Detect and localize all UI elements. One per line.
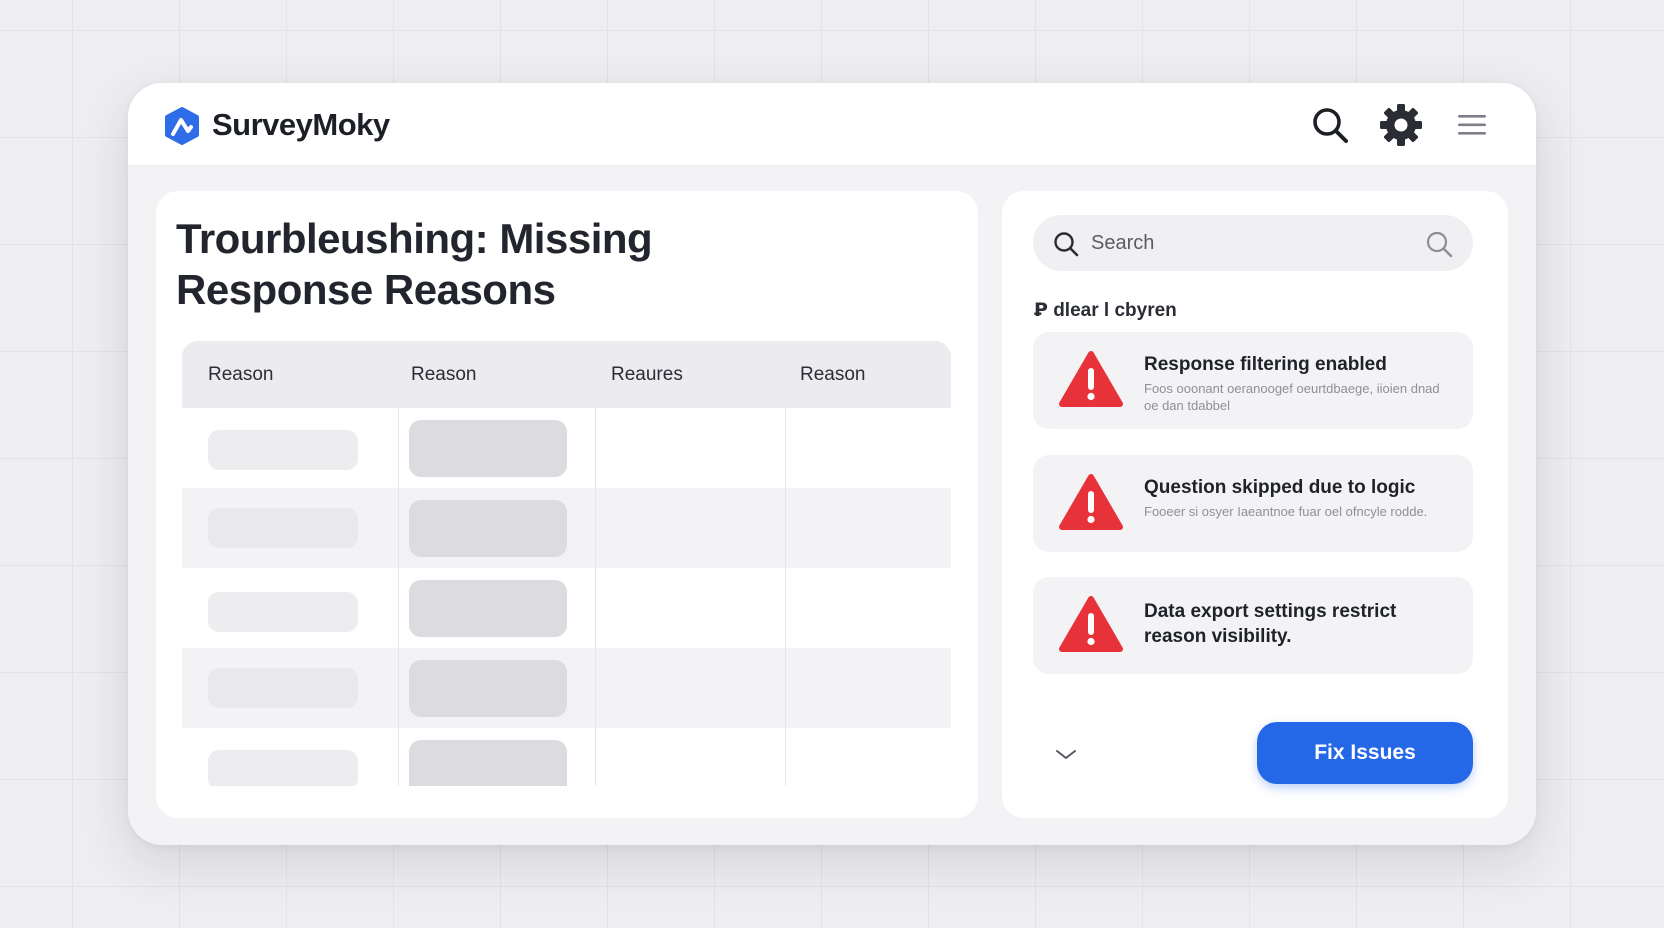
column-header[interactable]: Reason <box>800 341 866 408</box>
gear-icon <box>1380 104 1422 146</box>
warning-icon <box>1059 351 1123 407</box>
issue-description: Fooeer si osyer Iaeantnoe fuar oel ofncy… <box>1144 504 1428 519</box>
issues-section-label: Ꝑ dlear l cbyren <box>1034 300 1177 321</box>
column-divider <box>398 408 399 786</box>
warning-icon <box>1059 474 1123 530</box>
issue-description: Foos ooonant oeranoogef oeurtdbaege, iio… <box>1144 381 1440 413</box>
table-header: Reason Reason Reaures Reason <box>182 341 951 408</box>
column-divider <box>785 408 786 786</box>
chevron-down-icon[interactable] <box>1054 746 1078 762</box>
column-header[interactable]: Reason <box>208 341 274 408</box>
issue-title: Response filtering enabled <box>1144 354 1387 375</box>
issues-panel: Ꝑ dlear l cbyren Response filtering enab… <box>1002 191 1508 818</box>
issue-item[interactable]: Response filtering enabled Foos ooonant … <box>1033 332 1473 429</box>
warning-icon <box>1059 596 1123 652</box>
column-header[interactable]: Reason <box>411 341 477 408</box>
placeholder-cell <box>409 580 567 637</box>
logo-icon <box>165 107 199 145</box>
reasons-table: Reason Reason Reaures Reason <box>182 341 951 786</box>
menu-button[interactable] <box>1450 103 1494 147</box>
table-row[interactable] <box>182 568 951 648</box>
column-header[interactable]: Reaures <box>611 341 683 408</box>
placeholder-cell <box>208 508 358 548</box>
placeholder-cell <box>208 750 358 786</box>
issue-title: Question skipped due to logic <box>1144 477 1416 498</box>
search-icon <box>1054 232 1079 257</box>
placeholder-cell <box>208 430 358 470</box>
app-window: SurveyMoky Trourbleushing: Missing Respo… <box>128 83 1536 845</box>
menu-icon <box>1458 115 1486 135</box>
placeholder-cell <box>409 420 567 477</box>
placeholder-cell <box>208 668 358 708</box>
search-button[interactable] <box>1308 103 1352 147</box>
table-row[interactable] <box>182 408 951 488</box>
table-row[interactable] <box>182 648 951 728</box>
table-row[interactable] <box>182 728 951 786</box>
search-box[interactable] <box>1033 215 1473 271</box>
placeholder-cell <box>208 592 358 632</box>
issue-title: Data export settings restrict reason vis… <box>1144 601 1397 647</box>
fix-issues-button[interactable]: Fix Issues <box>1257 722 1473 784</box>
placeholder-cell <box>409 500 567 557</box>
search-icon[interactable] <box>1425 230 1453 258</box>
search-icon <box>1313 108 1348 143</box>
placeholder-cell <box>409 740 567 786</box>
app-name: SurveyMoky <box>212 107 390 142</box>
troubleshooting-panel: Trourbleushing: Missing Response Reasons… <box>156 191 978 818</box>
page-title: Trourbleushing: Missing Response Reasons <box>176 215 653 313</box>
column-divider <box>595 408 596 786</box>
placeholder-cell <box>409 660 567 717</box>
issue-item[interactable]: Question skipped due to logic Fooeer si … <box>1033 455 1473 552</box>
issue-item[interactable]: Data export settings restrict reason vis… <box>1033 577 1473 674</box>
table-row[interactable] <box>182 488 951 568</box>
search-input[interactable] <box>1091 227 1411 259</box>
top-bar: SurveyMoky <box>128 83 1536 166</box>
settings-button[interactable] <box>1379 103 1423 147</box>
